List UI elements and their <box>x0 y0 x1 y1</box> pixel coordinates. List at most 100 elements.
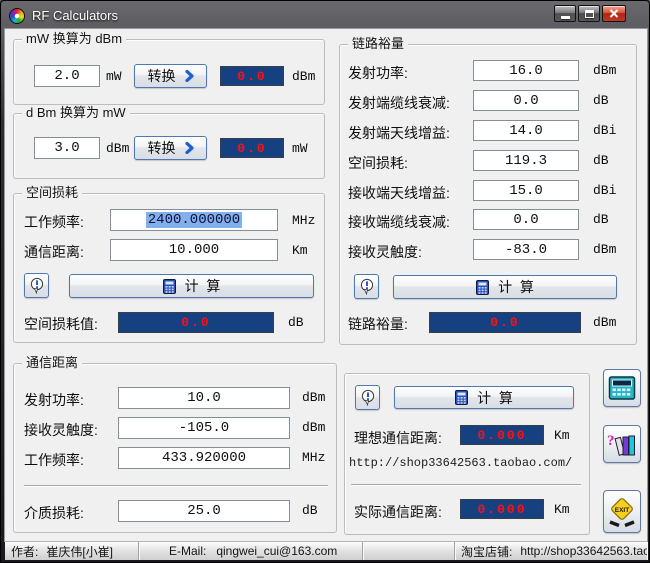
rx-sensitivity-input[interactable]: -83.0 <box>473 239 579 260</box>
space-loss-calc-button[interactable]: 计 算 <box>69 274 314 298</box>
group-link-margin-title: 链路裕量 <box>348 36 409 52</box>
close-button[interactable] <box>602 5 626 22</box>
client-area: mW 换算为 dBm 2.0 mW 转换 0.0 dBm d Bm 换算为 mW… <box>5 29 647 541</box>
field-label: 发射端缆线衰减: <box>348 95 450 111</box>
shop-url-text[interactable]: http://shop33642563.taobao.com/ <box>349 456 572 470</box>
dist-unit: Km <box>292 243 308 258</box>
dbm-result-unit: mW <box>292 141 308 156</box>
dbm-input[interactable]: 3.0 <box>34 137 100 159</box>
minimize-button[interactable] <box>554 5 576 22</box>
email-value[interactable]: qingwei_cui@163.com <box>216 544 337 558</box>
exit-button[interactable]: EXIT <box>603 490 641 533</box>
field-unit: dBm <box>302 420 326 435</box>
question-books-icon: ? <box>607 433 635 456</box>
mw-result-unit: dBm <box>292 69 316 84</box>
group-distance-result: 计 算 理想通信距离: 0.000 Km http://shop33642563… <box>344 373 590 535</box>
cd-rx-sensitivity-input[interactable]: -105.0 <box>118 417 290 439</box>
link-margin-calc-button[interactable]: 计 算 <box>393 275 617 299</box>
actual-distance-display: 0.000 <box>460 499 544 519</box>
svg-text:EXIT: EXIT <box>615 507 629 514</box>
selected-text: 2400.000000 <box>145 212 243 228</box>
field-unit: dBi <box>593 123 617 138</box>
field-label: 接收端缆线衰减: <box>348 214 450 230</box>
rx-antenna-gain-input[interactable]: 15.0 <box>473 180 579 201</box>
status-spacer <box>363 542 455 560</box>
field-label: 接收灵触度: <box>348 244 422 260</box>
convert-dbm-button[interactable]: 转换 <box>134 136 207 160</box>
mw-result-display: 0.0 <box>220 66 284 86</box>
status-shop: 淘宝店铺: http://shop33642563.taobao.c <box>455 542 647 560</box>
group-space-loss-title: 空间损耗 <box>22 185 83 201</box>
freq-input[interactable]: 2400.000000 <box>110 209 278 231</box>
exit-sign-icon: EXIT <box>609 497 635 527</box>
title-bar[interactable]: RF Calculators <box>5 4 645 28</box>
group-comm-distance-title: 通信距离 <box>22 355 83 371</box>
author-label: 作者: <box>11 544 39 559</box>
window-title: RF Calculators <box>32 8 118 23</box>
field-unit: dBm <box>302 390 326 405</box>
calculator-icon <box>608 376 636 400</box>
chevron-right-icon <box>184 70 194 82</box>
tx-power-input[interactable]: 16.0 <box>473 60 579 81</box>
field-unit: dB <box>302 503 318 518</box>
actual-distance-label: 实际通信距离: <box>354 504 442 520</box>
voice-button[interactable] <box>355 385 380 410</box>
field-unit: dB <box>593 153 609 168</box>
calculator-icon <box>162 278 176 294</box>
group-link-margin: 链路裕量 发射功率: 16.0 dBm 发射端缆线衰减: 0.0 dB 发射端天… <box>339 36 637 345</box>
minimize-icon <box>560 16 570 19</box>
actual-distance-unit: Km <box>554 502 570 517</box>
field-label: 空间损耗: <box>348 155 408 171</box>
field-unit: dBm <box>593 63 617 78</box>
group-mw-to-dbm: mW 换算为 dBm 2.0 mW 转换 0.0 dBm <box>13 31 325 105</box>
cd-freq-input[interactable]: 433.920000 <box>118 447 290 469</box>
app-pinwheel-icon <box>9 8 25 24</box>
space-loss-result-unit: dB <box>288 315 304 330</box>
tx-cable-loss-input[interactable]: 0.0 <box>473 90 579 111</box>
help-tool-button[interactable]: ? <box>603 425 641 463</box>
field-label: 工作频率: <box>24 452 84 468</box>
field-unit: dB <box>593 212 609 227</box>
link-margin-result-label: 链路裕量: <box>348 316 408 332</box>
tx-antenna-gain-input[interactable]: 14.0 <box>473 120 579 141</box>
dist-label: 通信距离: <box>24 244 84 260</box>
email-label: E-Mail: <box>169 544 207 558</box>
svg-text:?: ? <box>607 433 615 449</box>
dist-input[interactable]: 10.000 <box>110 239 278 261</box>
voice-button[interactable] <box>354 274 379 299</box>
freq-label: 工作频率: <box>24 214 84 230</box>
link-margin-result-display: 0.0 <box>429 312 581 333</box>
voice-button[interactable] <box>24 273 49 298</box>
shop-label: 淘宝店铺: <box>461 544 513 559</box>
field-label: 接收灵触度: <box>24 422 98 438</box>
group-space-loss: 空间损耗 工作频率: 2400.000000 MHz 通信距离: 10.000 … <box>13 185 325 343</box>
maximize-icon <box>584 9 594 18</box>
status-email: E-Mail: qingwei_cui@163.com <box>139 542 363 560</box>
mw-input[interactable]: 2.0 <box>34 65 100 87</box>
group-comm-distance: 通信距离 发射功率: 10.0 dBm 接收灵触度: -105.0 dBm 工作… <box>13 355 337 533</box>
rx-cable-loss-input[interactable]: 0.0 <box>473 209 579 230</box>
close-icon <box>609 9 619 18</box>
distance-calc-button[interactable]: 计 算 <box>394 386 574 409</box>
speech-balloon-icon <box>361 389 374 406</box>
dbm-input-unit: dBm <box>106 141 130 156</box>
calculator-tool-button[interactable] <box>603 369 641 407</box>
field-label: 介质损耗: <box>24 505 84 521</box>
convert-mw-button[interactable]: 转换 <box>134 64 207 88</box>
cd-tx-power-input[interactable]: 10.0 <box>118 387 290 409</box>
group-dbm-to-mw: d Bm 换算为 mW 3.0 dBm 转换 0.0 mW <box>13 105 325 179</box>
status-author: 作者: 崔庆伟[小崔] <box>5 542 139 560</box>
link-margin-result-unit: dBm <box>593 315 617 330</box>
shop-url[interactable]: http://shop33642563.taobao.c <box>520 544 647 558</box>
divider <box>351 484 581 486</box>
dbm-result-display: 0.0 <box>220 138 284 158</box>
calculator-icon <box>455 390 469 405</box>
cd-medium-loss-input[interactable]: 25.0 <box>118 500 290 522</box>
speech-balloon-icon <box>360 278 373 295</box>
app-window: RF Calculators mW 换算为 dBm 2.0 mW 转换 0.0 … <box>0 0 650 563</box>
field-label: 发射端天线增益: <box>348 125 450 141</box>
field-label: 发射功率: <box>24 392 84 408</box>
group-dbm-to-mw-title: d Bm 换算为 mW <box>22 105 130 121</box>
path-loss-input[interactable]: 119.3 <box>473 150 579 171</box>
maximize-button[interactable] <box>578 5 600 22</box>
